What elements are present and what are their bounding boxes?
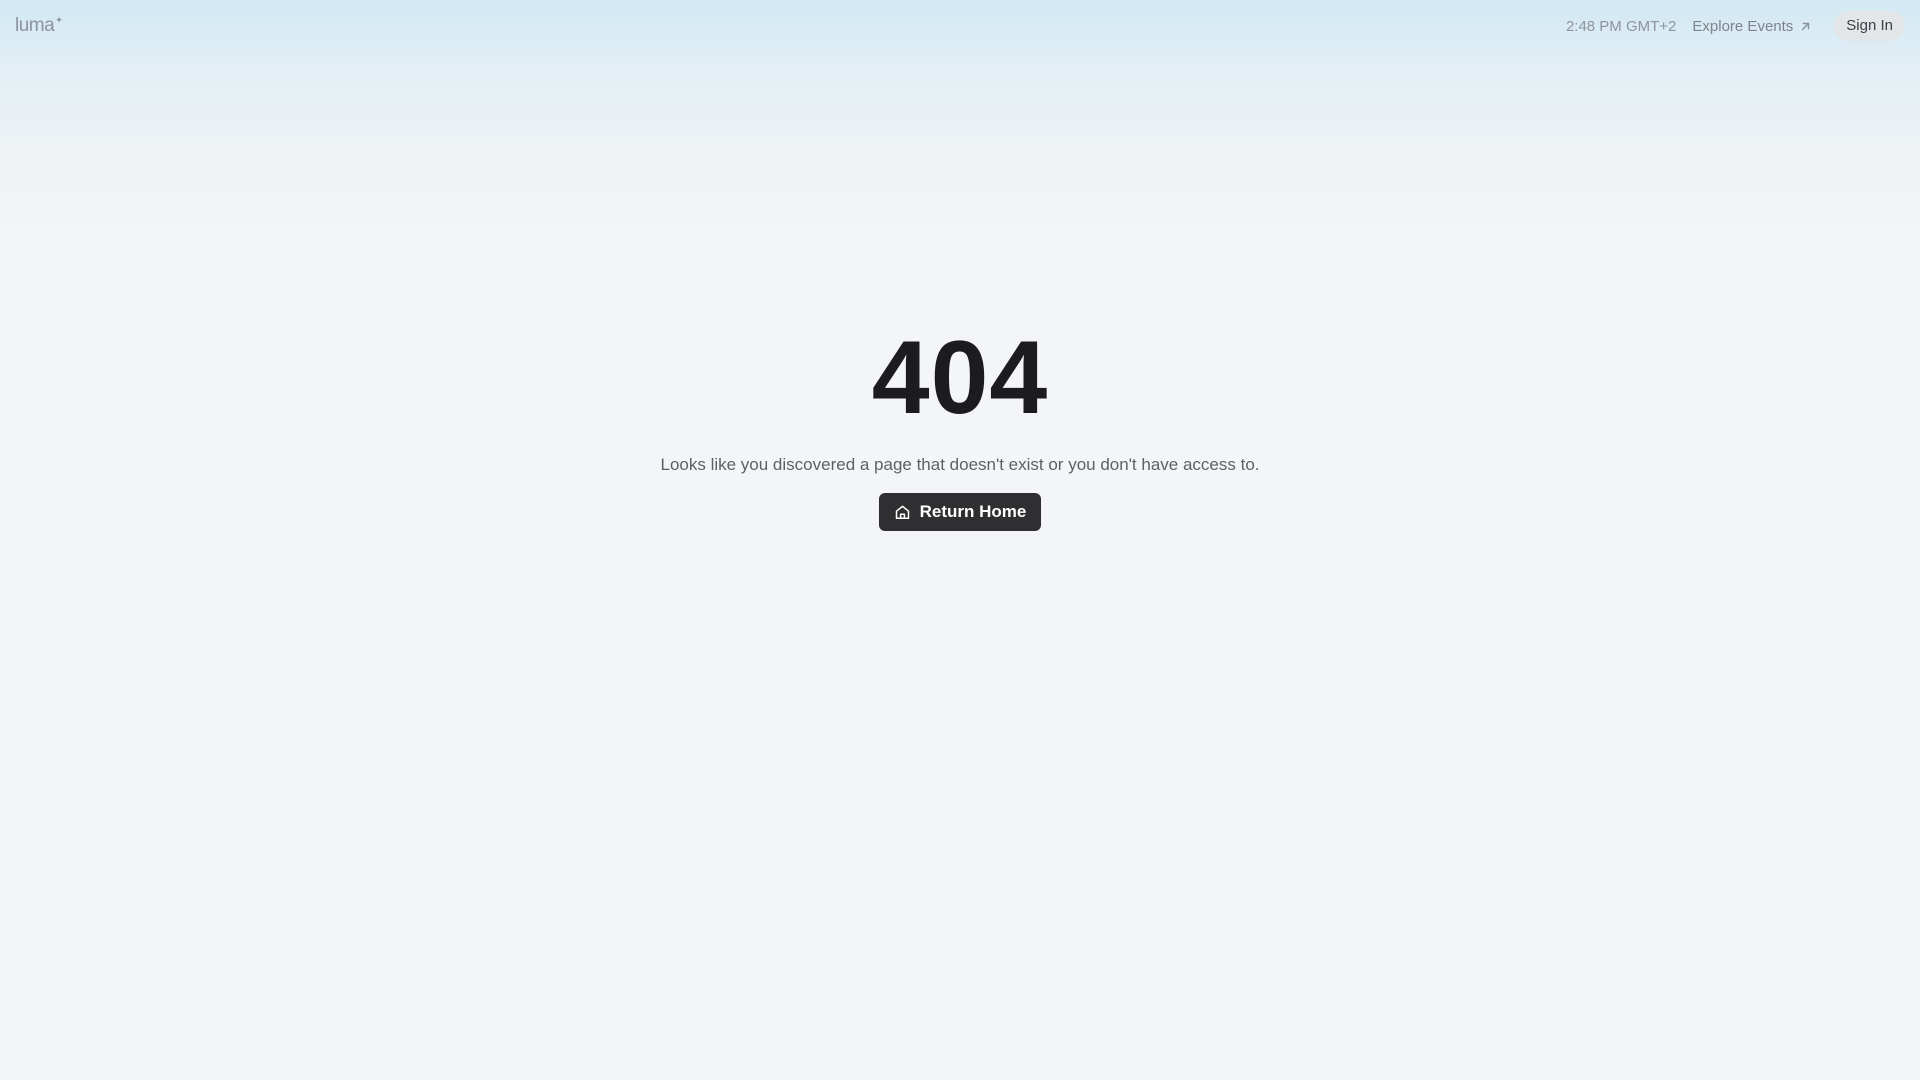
error-code: 404 [871, 320, 1049, 436]
home-icon [894, 504, 911, 521]
explore-events-link[interactable]: Explore Events [1692, 18, 1812, 35]
return-home-button[interactable]: Return Home [878, 493, 1042, 531]
arrow-up-right-icon [1799, 20, 1812, 33]
return-home-label: Return Home [919, 502, 1027, 521]
logo-star-icon: ✦ [55, 15, 63, 25]
sign-in-button[interactable]: Sign In [1834, 11, 1905, 41]
local-time: 2:48 PM GMT+2 [1565, 17, 1677, 35]
top-bar: luma ✦ 2:48 PM GMT+2 Explore Events Sign… [0, 0, 1920, 52]
logo-text: luma [15, 15, 55, 36]
explore-events-label: Explore Events [1692, 17, 1794, 35]
luma-logo[interactable]: luma ✦ [15, 15, 63, 37]
not-found-content: 404 Looks like you discovered a page tha… [0, 318, 1920, 531]
error-message: Looks like you discovered a page that do… [660, 455, 1260, 474]
header-nav: 2:48 PM GMT+2 Explore Events Sign In [1566, 11, 1905, 41]
